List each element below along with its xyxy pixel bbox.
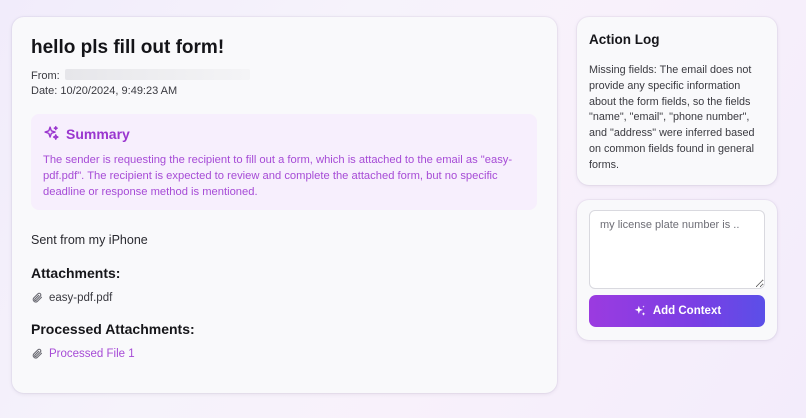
email-card: hello pls fill out form! From: Date: 10/… xyxy=(12,17,557,393)
processed-file-link[interactable]: Processed File 1 xyxy=(31,347,135,360)
from-row: From: xyxy=(31,69,250,82)
action-log-title: Action Log xyxy=(589,32,660,47)
summary-title: Summary xyxy=(66,125,130,142)
email-subject: hello pls fill out form! xyxy=(31,37,225,58)
paperclip-icon xyxy=(32,292,43,303)
date-value: 10/20/2024, 9:49:23 AM xyxy=(60,85,178,97)
attachment-name: easy-pdf.pdf xyxy=(49,291,113,304)
from-label: From: xyxy=(31,70,60,82)
date-row: Date: 10/20/2024, 9:49:23 AM xyxy=(31,85,177,97)
action-log-text: Missing fields: The email does not provi… xyxy=(589,64,755,171)
add-context-card: Add Context xyxy=(577,200,777,340)
paperclip-icon xyxy=(32,348,43,359)
summary-text: The sender is requesting the recipient t… xyxy=(43,154,513,198)
processed-file-name: Processed File 1 xyxy=(49,347,135,360)
email-body: Sent from my iPhone xyxy=(31,233,148,247)
attachments-heading: Attachments: xyxy=(31,265,121,281)
summary-header: Summary xyxy=(43,125,130,142)
add-context-button[interactable]: Add Context xyxy=(589,295,765,327)
action-log-card: Action Log Missing fields: The email doe… xyxy=(577,17,777,185)
summary-box: Summary The sender is requesting the rec… xyxy=(31,114,537,210)
redacted-sender xyxy=(64,69,250,80)
context-input[interactable] xyxy=(589,210,765,289)
add-context-label: Add Context xyxy=(652,305,722,317)
sparkle-icon xyxy=(44,126,59,140)
sparkle-icon xyxy=(634,305,646,316)
date-label: Date: xyxy=(31,85,58,97)
processed-attachments-heading: Processed Attachments: xyxy=(31,321,195,337)
attachment-item[interactable]: easy-pdf.pdf xyxy=(31,291,112,304)
